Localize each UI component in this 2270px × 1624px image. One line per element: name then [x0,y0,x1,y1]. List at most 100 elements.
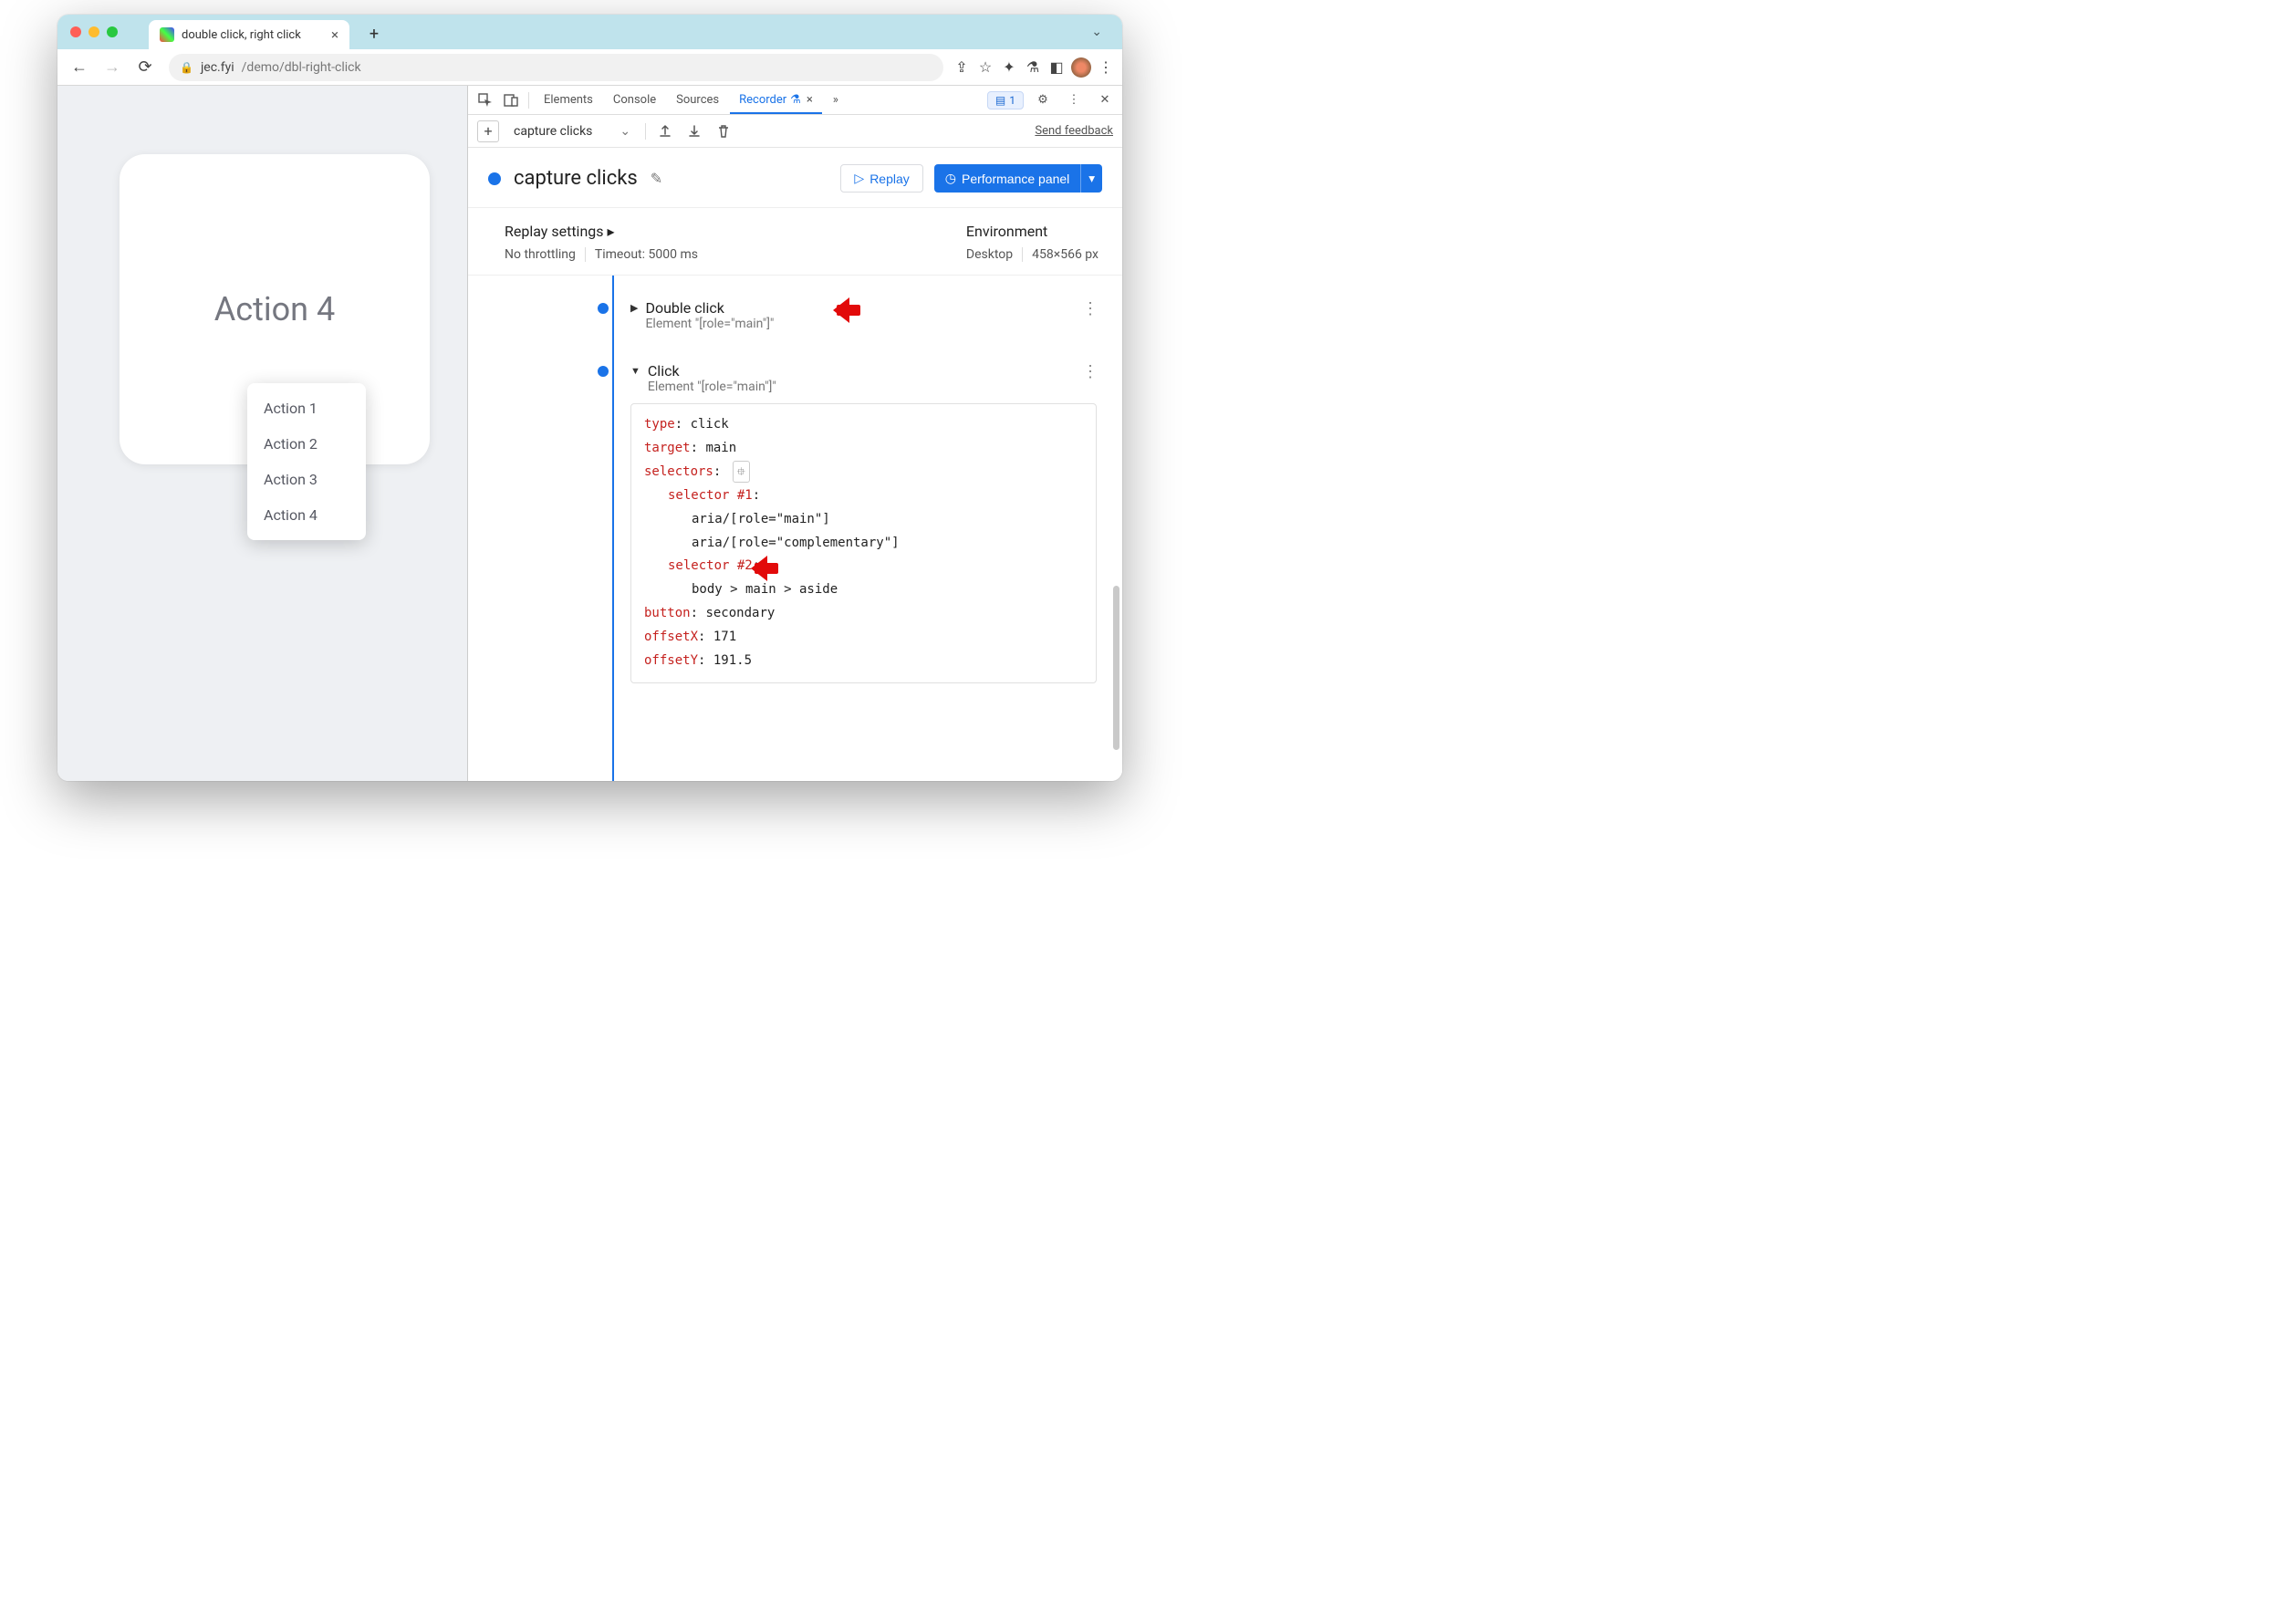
timeout-value: Timeout: 5000 ms [595,247,698,262]
devtools-panel: Elements Console Sources Recorder ⚗ × » … [468,86,1122,781]
reload-button[interactable]: ⟳ [130,53,160,82]
tab-recorder[interactable]: Recorder ⚗ × [730,88,822,114]
element-picker-icon[interactable]: ⯐ [733,461,750,483]
detail-target: main [705,441,736,455]
tab-sources[interactable]: Sources [667,88,728,112]
perf-label: Performance panel [962,172,1069,186]
step-detail-panel: type: click target: main selectors: ⯐ se… [630,403,1097,683]
tab-elements[interactable]: Elements [535,88,602,112]
caret-right-icon: ▸ [608,223,615,240]
selector1-value-b: aria/[role="complementary"] [644,532,1083,556]
labs-flask-icon[interactable]: ⚗ [1024,58,1042,77]
tab-title: double click, right click [182,28,301,42]
caret-right-icon[interactable]: ▶ [630,302,638,314]
export-icon[interactable] [655,121,675,141]
tab-close-icon[interactable]: × [807,93,813,107]
step-click: ▼ Click Element "[role="main"]" ⋮ type: … [605,362,1104,683]
import-icon[interactable] [684,121,704,141]
replay-button[interactable]: ▷ Replay [840,164,922,193]
performance-panel-dropdown[interactable]: ▾ [1080,164,1102,193]
menu-item-action-1[interactable]: Action 1 [247,390,366,426]
close-window-button[interactable] [70,26,81,37]
zoom-window-button[interactable] [107,26,118,37]
window-titlebar: double click, right click × + ⌄ [57,15,1122,49]
detail-button: secondary [705,606,775,620]
devtools-close-icon[interactable]: ✕ [1093,88,1117,112]
url-path: /demo/dbl-right-click [242,60,361,75]
environment-label: Environment [966,223,1047,240]
new-recording-button[interactable]: + [477,120,499,142]
chevron-down-icon[interactable]: ⌄ [1084,21,1109,43]
replay-settings-toggle[interactable]: Replay settings ▸ [505,223,698,240]
recorder-steps-list: ▶ Double click Element "[role="main"]" ⋮… [468,276,1122,781]
content-split: Action 4 Action 1 Action 2 Action 3 Acti… [57,86,1122,781]
issues-indicator[interactable]: ▤ 1 [987,91,1024,109]
new-tab-button[interactable]: + [362,22,386,46]
recorder-settings-row: Replay settings ▸ No throttling Timeout:… [468,208,1122,276]
caret-down-icon[interactable]: ▼ [630,365,640,377]
flask-icon: ⚗ [790,93,801,107]
menu-item-action-3[interactable]: Action 3 [247,462,366,497]
step-title[interactable]: Double click [645,299,1069,317]
tab-console[interactable]: Console [604,88,665,112]
card-heading: Action 4 [214,290,335,328]
delete-trash-icon[interactable] [713,121,734,141]
recording-selector[interactable]: capture clicks ⌄ [508,121,636,141]
performance-panel-button[interactable]: ◷ Performance panel [934,164,1081,193]
viewport-value: 458×566 px [1032,247,1099,262]
selectors-label: selectors [644,464,713,479]
tab-recorder-label: Recorder [739,93,786,107]
toolbar-actions: ⇪ ☆ ✦ ⚗ ◧ ⋮ [953,57,1115,78]
share-icon[interactable]: ⇪ [953,58,971,77]
step-title[interactable]: Click [648,362,1069,380]
devtools-tabbar: Elements Console Sources Recorder ⚗ × » … [468,86,1122,115]
url-host: jec.fyi [201,60,234,75]
context-menu: Action 1 Action 2 Action 3 Action 4 [247,383,366,540]
issues-count: 1 [1009,94,1015,107]
scrollbar-thumb[interactable] [1113,586,1119,750]
device-value: Desktop [966,247,1013,262]
address-bar[interactable]: 🔒 jec.fyi/demo/dbl-right-click [169,54,943,81]
recording-title: capture clicks [514,167,638,190]
timeline-node [598,366,609,377]
step-menu-icon[interactable]: ⋮ [1077,299,1104,318]
lock-icon: 🔒 [180,61,193,74]
settings-gear-icon[interactable]: ⚙ [1031,88,1055,112]
menu-item-action-4[interactable]: Action 4 [247,497,366,533]
timeline-node [598,303,609,314]
bookmark-star-icon[interactable]: ☆ [976,58,994,77]
selector1-label: selector #1 [668,488,753,503]
profile-avatar[interactable] [1071,57,1091,78]
environment-heading: Environment [966,223,1099,240]
tab-close-icon[interactable]: × [331,26,338,43]
chat-icon: ▤ [995,94,1005,107]
recorder-header: capture clicks ✎ ▷ Replay ◷ Performance … [468,148,1122,208]
send-feedback-link[interactable]: Send feedback [1035,124,1113,138]
browser-tab[interactable]: double click, right click × [149,20,349,49]
selector2-label: selector #2 [668,558,753,573]
devtools-menu-icon[interactable]: ⋮ [1062,88,1086,112]
minimize-window-button[interactable] [89,26,99,37]
side-panel-icon[interactable]: ◧ [1047,58,1066,77]
selector2-value: body > main > aside [644,578,1083,602]
detail-offsetx: 171 [713,630,736,644]
rendered-page: Action 4 Action 1 Action 2 Action 3 Acti… [57,86,468,781]
selector1-value-a: aria/[role="main"] [644,508,1083,532]
back-button[interactable]: ← [65,53,94,82]
edit-pencil-icon[interactable]: ✎ [651,170,662,187]
browser-menu-icon[interactable]: ⋮ [1097,58,1115,77]
detail-type: click [691,417,729,432]
replay-label: Replay [869,172,910,186]
traffic-lights [70,26,118,37]
inspect-element-icon[interactable] [474,88,497,112]
step-menu-icon[interactable]: ⋮ [1077,362,1104,381]
menu-item-action-2[interactable]: Action 2 [247,426,366,462]
tab-more[interactable]: » [824,88,848,112]
performance-panel-group: ◷ Performance panel ▾ [934,164,1102,193]
forward-button: → [98,53,127,82]
extensions-puzzle-icon[interactable]: ✦ [1000,58,1018,77]
recording-selector-label: capture clicks [514,124,592,139]
browser-toolbar: ← → ⟳ 🔒 jec.fyi/demo/dbl-right-click ⇪ ☆… [57,49,1122,86]
detail-offsety: 191.5 [713,653,752,668]
device-toggle-icon[interactable] [499,88,523,112]
